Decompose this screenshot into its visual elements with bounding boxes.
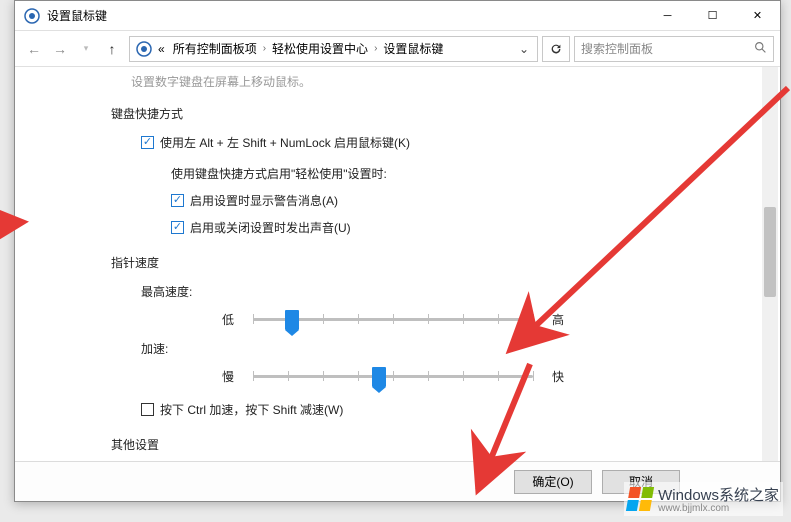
breadcrumb[interactable]: « 所有控制面板项 › 轻松使用设置中心 › 设置鼠标键 ⌄ [129,36,538,62]
truncated-header: 设置数字键盘在屏幕上移动鼠标。 [131,73,750,87]
chevron-right-icon: › [261,43,268,54]
window-title: 设置鼠标键 [47,7,107,24]
acceleration-slider[interactable] [253,367,533,385]
chevron-right-icon: › [372,43,379,54]
option-label: 启用设置时显示警告消息(A) [190,192,338,209]
titlebar: 设置鼠标键 ─ ☐ ✕ [15,1,780,31]
crumb-0[interactable]: 所有控制面板项 [169,40,261,57]
scrollbar-thumb[interactable] [764,207,776,297]
refresh-button[interactable] [542,36,570,62]
watermark-title: Windows系统之家 [658,484,779,505]
breadcrumb-dropdown[interactable]: ⌄ [515,42,533,56]
checkbox-unchecked-icon[interactable]: ✓ [141,403,154,416]
option-label: 使用左 Alt + 左 Shift + NumLock 启用鼠标键(K) [160,134,410,151]
slider-lo-label: 低 [213,311,243,328]
control-panel-icon [134,39,154,59]
windows-logo-icon [626,487,654,511]
option-ctrl-shift-speed[interactable]: ✓ 按下 Ctrl 加速，按下 Shift 减速(W) [141,401,750,418]
slider-thumb[interactable] [372,367,386,387]
section-pointer-speed: 指针速度 [111,254,750,271]
search-placeholder: 搜索控制面板 [581,40,754,57]
minimize-button[interactable]: ─ [645,1,690,31]
content-area: 设置数字键盘在屏幕上移动鼠标。 键盘快捷方式 ✓ 使用左 Alt + 左 Shi… [15,67,780,461]
checkbox-checked-icon[interactable]: ✓ [141,136,154,149]
search-input[interactable]: 搜索控制面板 [574,36,774,62]
option-label: 按下 Ctrl 加速，按下 Shift 减速(W) [160,401,343,418]
checkbox-checked-icon[interactable]: ✓ [171,221,184,234]
max-speed-slider[interactable] [253,310,533,328]
section-keyboard-shortcuts: 键盘快捷方式 [111,105,750,122]
option-warning-message[interactable]: ✓ 启用设置时显示警告消息(A) [171,192,750,209]
max-speed-label: 最高速度: [141,283,750,300]
watermark: Windows系统之家 www.bjjmlx.com [624,482,783,516]
search-icon [754,41,767,57]
option-sound[interactable]: ✓ 启用或关闭设置时发出声音(U) [171,219,750,236]
option-enable-mousekeys[interactable]: ✓ 使用左 Alt + 左 Shift + NumLock 启用鼠标键(K) [141,134,750,151]
app-icon [23,7,41,25]
slider-hi-label: 高 [543,311,573,328]
control-panel-window: 设置鼠标键 ─ ☐ ✕ ← → ▾ ↑ « 所有控制面板项 › 轻松使用设置中心… [14,0,781,502]
recent-dropdown[interactable]: ▾ [73,36,99,62]
slider-hi-label: 快 [543,368,573,385]
max-speed-slider-row: 低 高 [141,310,750,328]
acceleration-slider-row: 慢 快 [141,367,750,385]
close-button[interactable]: ✕ [735,1,780,31]
sub-label: 使用键盘快捷方式启用"轻松使用"设置时: [171,165,750,182]
slider-lo-label: 慢 [213,368,243,385]
slider-thumb[interactable] [285,310,299,330]
maximize-button[interactable]: ☐ [690,1,735,31]
option-label: 启用或关闭设置时发出声音(U) [190,219,351,236]
vertical-scrollbar[interactable] [762,67,778,461]
checkbox-checked-icon[interactable]: ✓ [171,194,184,207]
up-button[interactable]: ↑ [99,36,125,62]
crumb-2[interactable]: 设置鼠标键 [379,40,447,57]
forward-button: → [47,36,73,62]
ok-button[interactable]: 确定(O) [514,470,592,494]
crumb-prefix: « [154,42,169,56]
back-button[interactable]: ← [21,36,47,62]
acceleration-label: 加速: [141,340,750,357]
section-other-settings: 其他设置 [111,436,750,453]
navbar: ← → ▾ ↑ « 所有控制面板项 › 轻松使用设置中心 › 设置鼠标键 ⌄ 搜… [15,31,780,67]
crumb-1[interactable]: 轻松使用设置中心 [268,40,372,57]
